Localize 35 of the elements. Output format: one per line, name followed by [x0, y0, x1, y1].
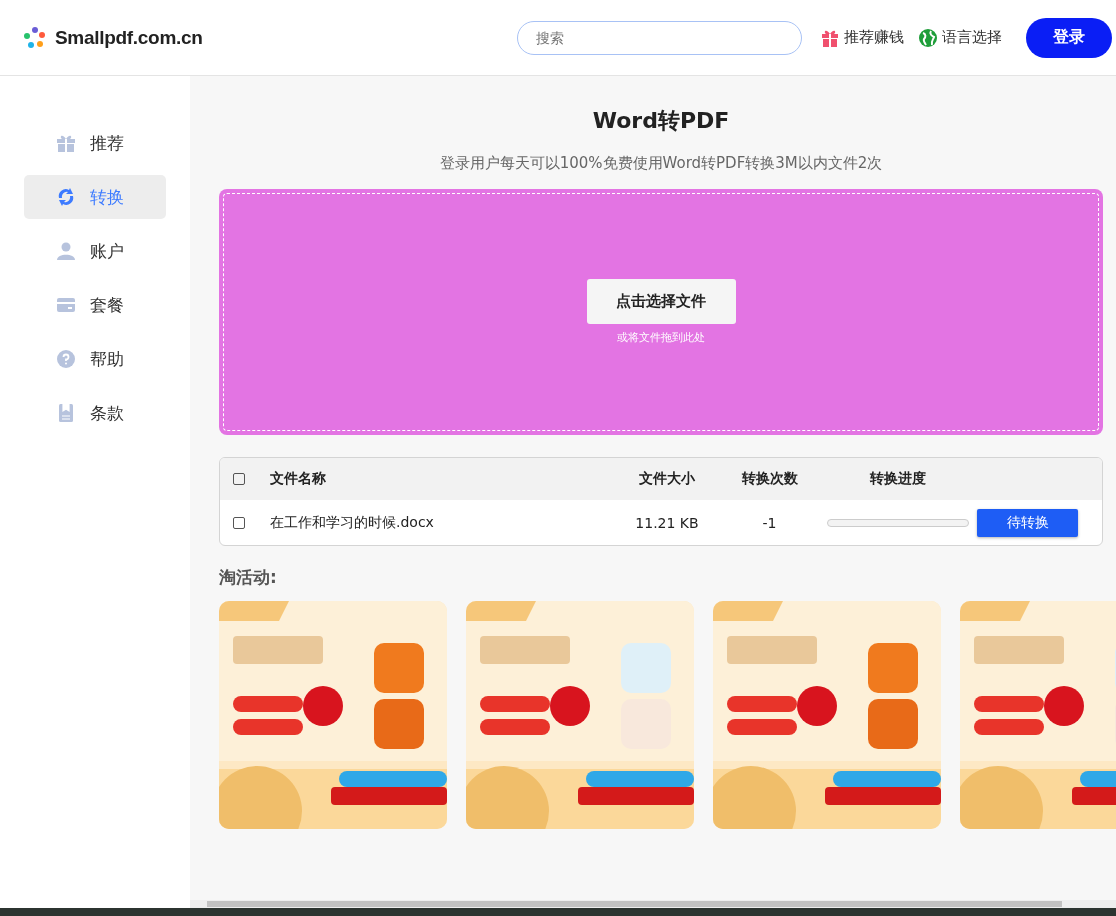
logo-icon: [23, 25, 47, 50]
sidebar-item[interactable]: 帮助: [24, 337, 166, 381]
card-icon: [56, 295, 76, 315]
column-header: 文件大小: [638, 470, 696, 488]
page-title: Word转PDF: [591, 107, 731, 135]
convert-count: -1: [761, 514, 778, 531]
header-link[interactable]: 语言选择: [918, 27, 1002, 48]
choose-file-button[interactable]: 点击选择文件: [586, 279, 736, 324]
horizontal-scrollbar[interactable]: [190, 900, 1116, 908]
file-name: 在工作和学习的时候.docx: [270, 513, 435, 532]
login-button[interactable]: 登录: [1026, 17, 1112, 58]
drop-zone[interactable]: 点击选择文件 或将文件拖到此处: [219, 189, 1103, 435]
help-icon: [56, 349, 76, 369]
document-icon: [56, 403, 76, 423]
gift-icon: [56, 133, 76, 153]
sidebar-item[interactable]: 账户: [24, 229, 166, 273]
refresh-icon: [56, 187, 76, 207]
sidebar-item[interactable]: 推荐: [24, 121, 166, 165]
select-all-checkbox[interactable]: [233, 473, 245, 485]
file-size: 11.21 KB: [634, 514, 700, 531]
sidebar-item[interactable]: 条款: [24, 391, 166, 435]
column-header: 转换进度: [869, 470, 927, 488]
logo-text[interactable]: Smallpdf.com.cn: [55, 26, 203, 49]
drop-hint: 或将文件拖到此处: [617, 330, 705, 345]
sidebar-item[interactable]: 套餐: [24, 283, 166, 327]
convert-button[interactable]: 待转换: [977, 508, 1078, 537]
column-header: 文件名称: [270, 470, 327, 488]
row-checkbox[interactable]: [233, 516, 245, 529]
page-subtitle: 登录用户每天可以100%免费使用Word转PDF转换3M以内文件2次: [438, 154, 884, 173]
header-link[interactable]: 推荐赚钱: [820, 27, 904, 48]
section-title: 淘活动:: [219, 566, 278, 589]
user-icon: [56, 241, 76, 261]
column-header: 转换次数: [740, 470, 799, 488]
globe-icon: [918, 27, 938, 48]
search-field[interactable]: 搜索: [517, 20, 802, 55]
